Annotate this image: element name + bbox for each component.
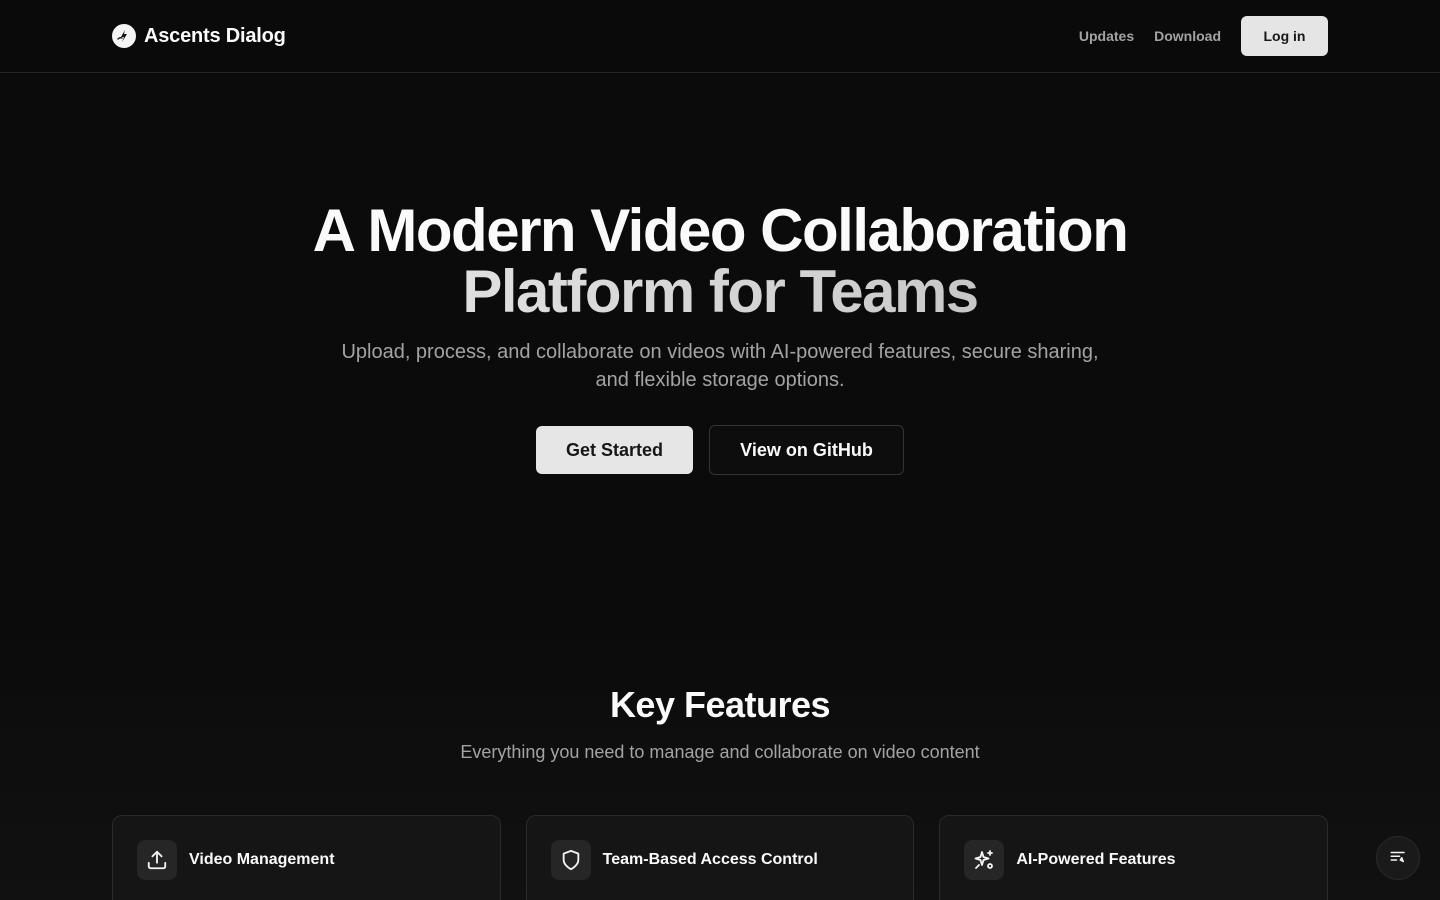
feature-card-team-access: Team-Based Access Control [525,815,915,900]
hero-title: A Modern Video Collaboration Platform fo… [0,200,1440,322]
nav-updates-link[interactable]: Updates [1079,28,1134,44]
feature-card-header: Video Management [137,840,335,880]
feature-card-title: Team-Based Access Control [602,851,818,868]
get-started-button[interactable]: Get Started [536,426,693,474]
hero-title-line2: Platform for Teams [0,261,1440,322]
floating-action-button[interactable] [1376,836,1420,880]
hero-subtitle-line2: and flexible storage options. [595,369,845,391]
top-nav: Updates Download Log in [1079,16,1328,56]
feature-card-video-management: Video Management [112,815,501,900]
feature-card-title: AI-Powered Features [1016,851,1176,868]
login-button[interactable]: Log in [1241,16,1328,56]
features-subtitle: Everything you need to manage and collab… [460,742,980,762]
view-on-github-button[interactable]: View on GitHub [709,425,904,475]
upload-icon [137,840,177,880]
shield-icon [550,840,591,880]
brand-mark-icon [112,24,136,48]
feature-card-title: Video Management [189,851,335,868]
hero-title-line1: A Modern Video Collaboration [312,197,1129,264]
feature-cards: Video Management Team-Based Access Contr… [112,815,1329,900]
features-title: Key Features [609,684,831,725]
hero-subtitle: Upload, process, and collaborate on vide… [0,338,1440,394]
hero-cta-row: Get Started View on GitHub [536,425,904,475]
feature-card-ai-features: AI-Powered Features [939,815,1329,900]
feature-card-header: Team-Based Access Control [550,840,818,880]
brand-logo[interactable]: Ascents Dialog [112,23,286,49]
nav-download-link[interactable]: Download [1154,28,1221,44]
brand-name: Ascents Dialog [144,24,286,47]
list-filter-icon [1389,848,1407,869]
hero-subtitle-line1: Upload, process, and collaborate on vide… [341,341,1099,363]
sparkles-icon [964,840,1005,880]
feature-card-header: AI-Powered Features [964,840,1176,880]
site-header: Ascents Dialog Updates Download Log in [0,0,1440,73]
